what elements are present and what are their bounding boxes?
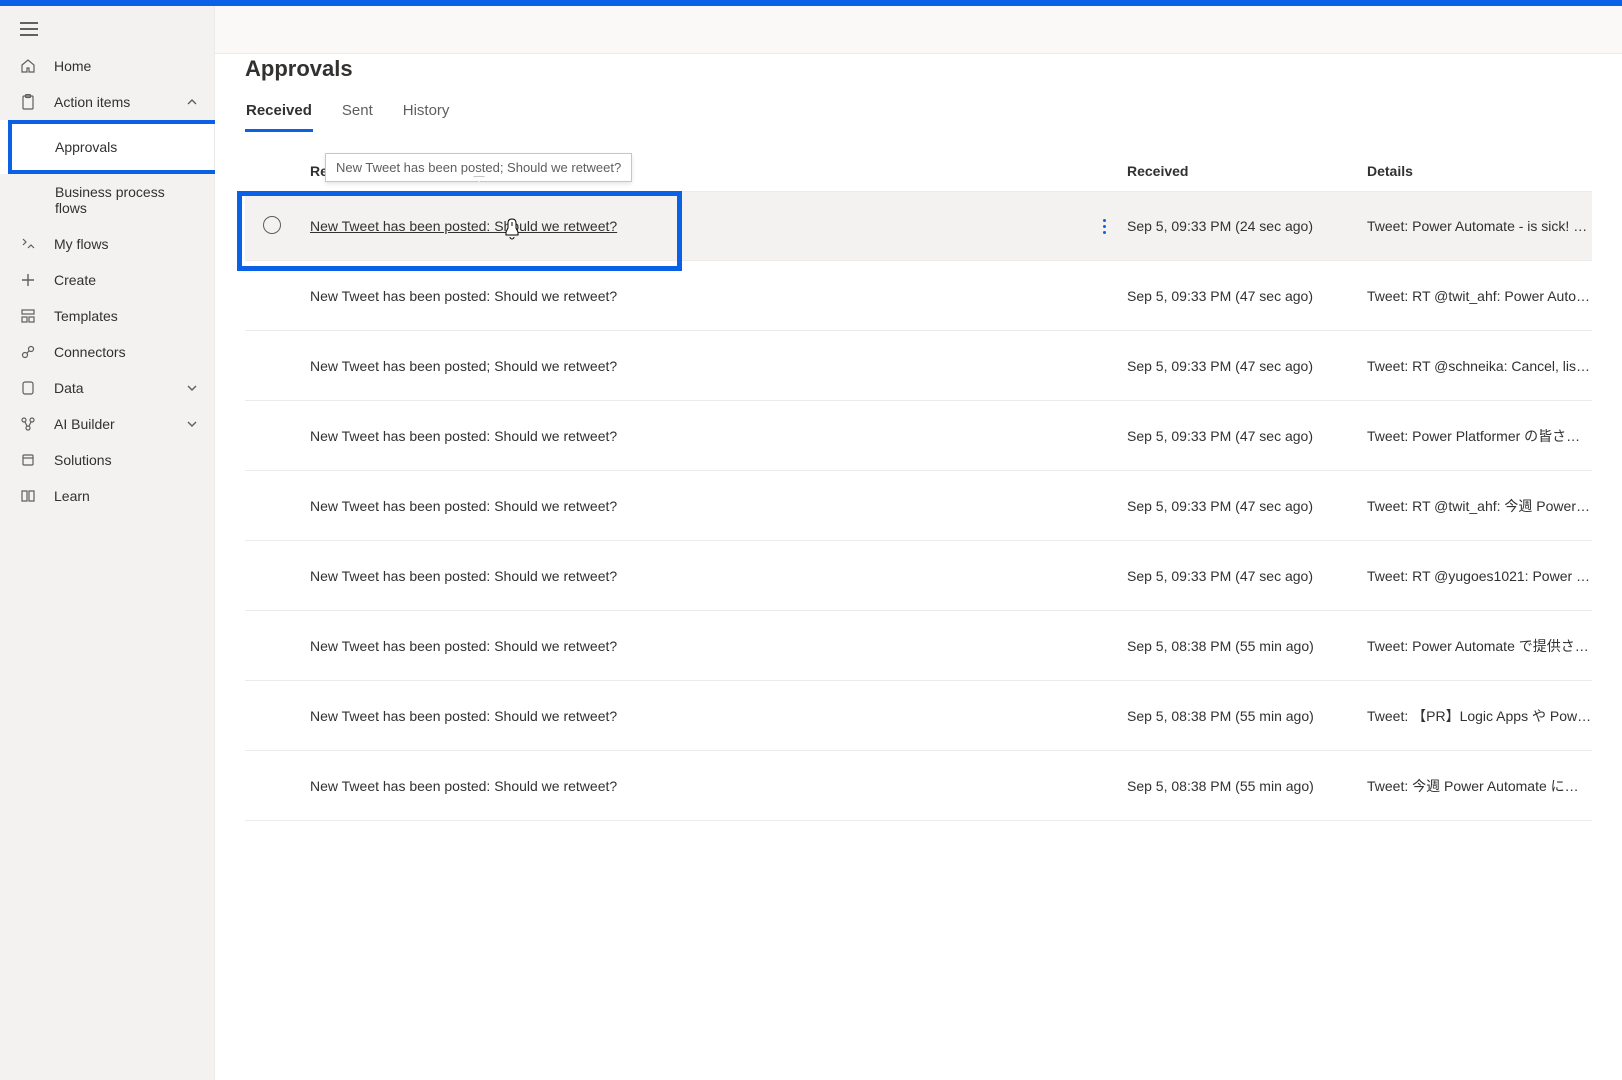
cell-request[interactable]: New Tweet has been posted: Should we ret… (310, 708, 1082, 724)
sidebar-item-label: My flows (54, 236, 198, 252)
plus-icon (20, 272, 44, 288)
sidebar-item-label: Learn (54, 488, 198, 504)
chevron-down-icon (186, 382, 198, 394)
sidebar-item-business-process-flows[interactable]: Business process flows (0, 174, 214, 226)
cell-request[interactable]: New Tweet has been posted: Should we ret… (310, 778, 1082, 794)
ai-builder-icon (20, 416, 44, 432)
cell-request[interactable]: New Tweet has been posted: Should we ret… (310, 218, 1082, 234)
sidebar-item-create[interactable]: Create (0, 262, 214, 298)
cell-details: Tweet: RT @yugoes1021: Power Platf... (1367, 568, 1592, 584)
cell-request[interactable]: New Tweet has been posted: Should we ret… (310, 568, 1082, 584)
cell-received: Sep 5, 08:38 PM (55 min ago) (1127, 708, 1367, 724)
flow-icon (20, 236, 44, 252)
cell-details: Tweet: Power Platformer の皆さん、 ... (1367, 426, 1592, 446)
header-background-strip (215, 6, 1622, 54)
row-select-radio[interactable] (263, 216, 281, 234)
cell-details: Tweet: RT @schneika: Cancel, list, rea..… (1367, 358, 1592, 374)
hamburger-menu-button[interactable] (0, 14, 214, 48)
column-header-received[interactable]: Received (1127, 163, 1367, 179)
cell-received: Sep 5, 08:38 PM (55 min ago) (1127, 638, 1367, 654)
table-row[interactable]: New Tweet has been posted: Should we ret… (245, 751, 1592, 821)
sidebar-item-label: Data (54, 380, 186, 396)
sidebar-item-learn[interactable]: Learn (0, 478, 214, 514)
sidebar-item-label: Create (54, 272, 198, 288)
cell-received: Sep 5, 09:33 PM (47 sec ago) (1127, 288, 1367, 304)
request-tooltip: New Tweet has been posted; Should we ret… (325, 153, 632, 182)
table-row[interactable]: New Tweet has been posted: Should we ret… (245, 541, 1592, 611)
cell-details: Tweet: 【PR】Logic Apps や Power A... (1367, 706, 1592, 726)
sidebar-item-label: Connectors (54, 344, 198, 360)
cell-details: Tweet: RT @twit_ahf: 今週 Power Aut... (1367, 496, 1592, 516)
book-icon (20, 488, 44, 504)
cell-request[interactable]: New Tweet has been posted: Should we ret… (310, 288, 1082, 304)
sidebar-item-label: Templates (54, 308, 198, 324)
cell-details: Tweet: RT @twit_ahf: Power Automat... (1367, 288, 1592, 304)
sidebar-item-label: Approvals (55, 139, 198, 155)
cell-request[interactable]: New Tweet has been posted: Should we ret… (310, 638, 1082, 654)
table-row[interactable]: New Tweet has been posted: Should we ret… (245, 471, 1592, 541)
sidebar-item-solutions[interactable]: Solutions (0, 442, 214, 478)
approvals-table: Request Received Details New Tweet has b… (245, 163, 1592, 821)
cell-request[interactable]: New Tweet has been posted: Should we ret… (310, 498, 1082, 514)
cell-received: Sep 5, 09:33 PM (47 sec ago) (1127, 568, 1367, 584)
cell-details: Tweet: 今週 Power Automate に追加... (1367, 776, 1592, 796)
sidebar-item-label: Action items (54, 94, 186, 110)
table-row[interactable]: New Tweet has been posted; Should we ret… (245, 331, 1592, 401)
table-row[interactable]: New Tweet has been posted: Should we ret… (245, 191, 1592, 261)
tab-history[interactable]: History (402, 96, 451, 132)
tabs: Received Sent History (245, 96, 1592, 133)
main-content: Approvals Received Sent History Request … (215, 6, 1622, 1080)
hamburger-icon (20, 22, 38, 36)
sidebar-item-approvals[interactable]: Approvals (0, 120, 214, 174)
sidebar-item-label: Solutions (54, 452, 198, 468)
tab-sent[interactable]: Sent (341, 96, 374, 132)
table-row[interactable]: New Tweet has been posted: Should we ret… (245, 681, 1592, 751)
cell-received: Sep 5, 09:33 PM (24 sec ago) (1127, 218, 1367, 234)
table-row[interactable]: New Tweet has been posted: Should we ret… (245, 261, 1592, 331)
data-icon (20, 380, 44, 396)
sidebar-item-action-items[interactable]: Action items (0, 84, 214, 120)
sidebar-item-connectors[interactable]: Connectors (0, 334, 214, 370)
sidebar-item-ai-builder[interactable]: AI Builder (0, 406, 214, 442)
sidebar-item-label: Business process flows (55, 184, 198, 216)
clipboard-icon (20, 94, 44, 110)
sidebar-item-label: AI Builder (54, 416, 186, 432)
cell-received: Sep 5, 09:33 PM (47 sec ago) (1127, 428, 1367, 444)
table-row[interactable]: New Tweet has been posted: Should we ret… (245, 611, 1592, 681)
cell-details: Tweet: Power Automate で提供され... (1367, 636, 1592, 656)
sidebar-item-templates[interactable]: Templates (0, 298, 214, 334)
chevron-down-icon (186, 418, 198, 430)
sidebar-item-home[interactable]: Home (0, 48, 214, 84)
tab-received[interactable]: Received (245, 96, 313, 132)
cell-request[interactable]: New Tweet has been posted: Should we ret… (310, 428, 1082, 444)
page-title: Approvals (245, 56, 1592, 82)
cell-details: Tweet: Power Automate - is sick! Na... (1367, 218, 1592, 234)
sidebar-item-data[interactable]: Data (0, 370, 214, 406)
cell-received: Sep 5, 09:33 PM (47 sec ago) (1127, 358, 1367, 374)
chevron-up-icon (186, 96, 198, 108)
sidebar-item-label: Home (54, 58, 198, 74)
connectors-icon (20, 344, 44, 360)
templates-icon (20, 308, 44, 324)
row-actions-button[interactable] (1082, 219, 1127, 234)
home-icon (20, 58, 44, 74)
cell-received: Sep 5, 09:33 PM (47 sec ago) (1127, 498, 1367, 514)
cell-received: Sep 5, 08:38 PM (55 min ago) (1127, 778, 1367, 794)
table-row[interactable]: New Tweet has been posted: Should we ret… (245, 401, 1592, 471)
solutions-icon (20, 452, 44, 468)
sidebar-item-my-flows[interactable]: My flows (0, 226, 214, 262)
sidebar: Home Action items Approvals Business pro… (0, 6, 215, 1080)
cell-request[interactable]: New Tweet has been posted; Should we ret… (310, 358, 1082, 374)
column-header-details[interactable]: Details (1367, 163, 1592, 179)
